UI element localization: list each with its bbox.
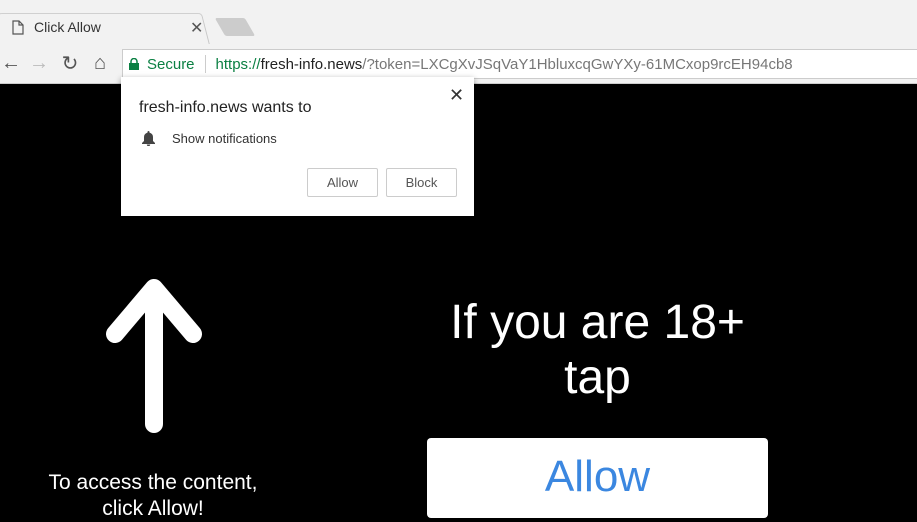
url-path: /?token=LXCgXvJSqVaY1HbluxcqGwYXy-61MCxo…: [362, 55, 793, 73]
home-button[interactable]: ⌂: [89, 52, 111, 74]
page-icon: [12, 19, 24, 35]
secure-indicator[interactable]: Secure: [129, 56, 195, 73]
tab-title: Click Allow: [34, 19, 101, 35]
tab-close-icon[interactable]: ✕: [190, 18, 203, 38]
bell-icon: [142, 131, 155, 146]
back-button[interactable]: ←: [0, 52, 22, 74]
popup-block-button[interactable]: Block: [386, 168, 457, 197]
instruction-text: To access the content, click Allow!: [0, 470, 306, 522]
forward-arrow-icon: →: [29, 51, 49, 74]
notification-permission-popup: fresh-info.news wants to ✕ Show notifica…: [121, 77, 474, 216]
instruction-line-2: click Allow!: [102, 497, 204, 520]
reload-button[interactable]: ↻: [59, 52, 81, 75]
lock-icon: [129, 58, 139, 70]
reload-icon: ↻: [61, 52, 79, 75]
headline: If you are 18+ tap: [420, 295, 775, 405]
up-arrow-icon: [106, 279, 202, 433]
omnibox-divider: [204, 55, 206, 73]
popup-allow-button[interactable]: Allow: [307, 168, 378, 197]
headline-line-2: tap: [564, 351, 631, 404]
home-icon: ⌂: [93, 51, 107, 74]
address-bar[interactable]: Secure https://fresh-info.news/?token=LX…: [122, 49, 917, 79]
popup-title: fresh-info.news wants to: [139, 99, 312, 116]
permission-row: Show notifications: [141, 130, 277, 146]
instruction-line-1: To access the content,: [48, 471, 258, 494]
tab-strip: Click Allow ✕: [0, 0, 917, 46]
page-allow-button[interactable]: Allow: [427, 438, 768, 518]
headline-line-1: If you are 18+: [450, 296, 745, 349]
permission-label: Show notifications: [172, 130, 277, 146]
url-host: fresh-info.news: [260, 55, 363, 73]
secure-label: Secure: [147, 55, 195, 73]
back-arrow-icon: ←: [1, 51, 21, 74]
forward-button[interactable]: →: [28, 52, 50, 74]
new-tab-icon[interactable]: [214, 18, 256, 36]
tab-label-area[interactable]: Click Allow: [12, 17, 101, 37]
page-allow-label: Allow: [544, 452, 651, 501]
popup-close-icon[interactable]: ✕: [449, 85, 464, 106]
url-scheme: https://: [215, 55, 261, 73]
